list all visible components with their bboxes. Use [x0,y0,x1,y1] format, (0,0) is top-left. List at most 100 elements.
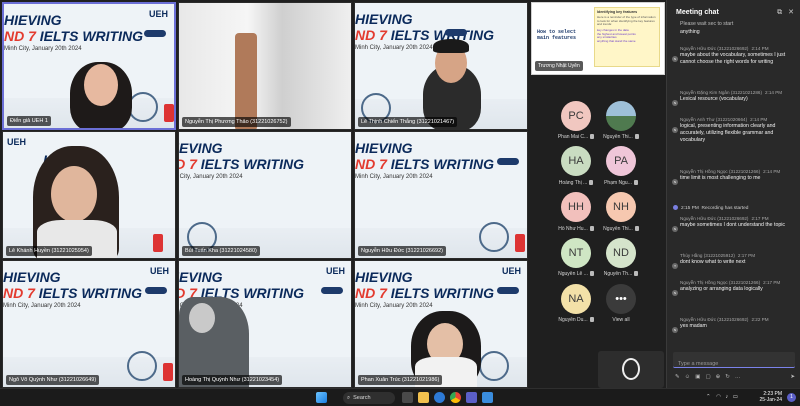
ferris-wheel-decoration [479,351,509,381]
slide-note-box: Identifying key features Here is a remin… [594,7,660,67]
avatar[interactable]: NA [561,284,591,314]
avatar-photo-icon [606,101,636,131]
chat-compose-box[interactable] [673,352,795,372]
attach-icon[interactable]: ⊕ [716,374,721,380]
zalo-icon[interactable] [482,392,493,403]
participant-video-figure [235,33,257,129]
video-tile[interactable]: HIEVING ND 7 IELTS WRITING Minh City, Ja… [354,2,528,130]
user-avatar-icon: T [672,263,678,269]
chat-message-text: time limit is most challenging to me [680,175,761,181]
cloud-decoration [145,287,167,294]
file-explorer-icon[interactable] [418,392,429,403]
event-banner: HIEVING ND 7 IELTS WRITING Minh City, Ja… [3,269,142,309]
battery-icon[interactable]: ▭ [733,394,738,400]
avatar[interactable]: NT [561,238,591,268]
participant-short-name: Nguyễn Thi... [603,134,633,140]
banner-subtitle: Minh City, January 20th 2024 [179,174,243,180]
teams-icon[interactable] [466,392,477,403]
participant-face [84,64,118,106]
sticker-icon[interactable]: ▢ [705,374,710,380]
chat-time: 2:22 PM [751,317,769,322]
avatar-initials: HA [568,155,584,167]
popout-icon[interactable]: ⧉ [777,9,782,16]
chat-time: 2:14 PM [751,46,769,51]
avatar-initials: PA [614,155,628,167]
avatar-initials: ND [613,247,629,259]
participant-face [51,166,97,222]
format-icon[interactable]: ✎ [675,374,680,380]
view-all-button[interactable]: ••• [606,284,636,314]
avatar[interactable]: NH [606,192,636,222]
more-options-icon[interactable]: … [735,374,741,380]
chat-message: Thủy Hằng (31221025912) 2:17 PM T dont kn… [672,253,798,269]
windows-start-icon[interactable] [316,392,327,403]
chat-message-text: anything [680,29,700,35]
gif-icon[interactable]: ▣ [695,374,700,380]
video-tile[interactable]: HIEVING ND 7 IELTS WRITING Minh City, Ja… [354,131,528,259]
recording-icon [673,205,678,210]
chat-message: Please wait sec to start anything [680,20,798,36]
participant-name-label: Lê Khánh Huyền (31221025954) [6,246,92,256]
avatar[interactable]: ND [606,238,636,268]
chat-time: 2:17 PM [763,280,781,285]
taskbar-clock[interactable]: 2:23 PM 25-Jan-24 [759,391,782,403]
wifi-icon[interactable]: ◠ [716,394,721,400]
event-banner: HIEVING ND 7 IELTS WRITING Minh City, Ja… [355,11,494,51]
send-icon[interactable]: ➤ [790,374,795,380]
self-video-preview[interactable] [598,351,664,388]
avatar[interactable]: PA [606,146,636,176]
video-tile[interactable]: UEH HIEVING Lê Khánh Huyền (31221025954) [2,131,176,259]
ueh-logo: UEH [325,266,345,276]
ueh-logo: UEH [149,266,169,276]
chat-message-text: yes madam [680,323,707,329]
slide-bullet: anything that stand the same [597,39,636,44]
emoji-icon[interactable]: ☺ [685,374,691,380]
video-tile[interactable]: HIEVING ND 7 IELTS WRITING Minh City, Ja… [178,131,352,259]
avatar[interactable]: PC [561,101,591,131]
avatar[interactable]: HH [561,192,591,222]
participant-name-label: Nguyễn Hữu Đức (31221026692) [358,246,446,256]
edge-icon[interactable] [434,392,445,403]
event-banner: HIEVING ND 7 IELTS WRITING Minh City, Ja… [355,269,494,309]
banner-ielts: IELTS WRITING [386,156,494,172]
participant-name-label: Ngô Võ Quỳnh Như (31221026649) [6,375,100,385]
chat-sender: Nguyễn Hữu Đức (31221026692) [680,216,749,221]
user-avatar-icon: N [672,327,678,333]
banner-line1: HIEVING [3,269,61,285]
chat-sender: Nguyễn Thị Hồng Ngọc (31221021266) [680,169,761,174]
avatar[interactable] [606,101,636,131]
chat-message-text: Please wait sec to start [680,21,734,27]
chevron-up-icon[interactable]: ⌃ [706,394,711,400]
video-tile[interactable]: HIEVING ND 7 IELTS WRITING Minh City, Ja… [2,2,176,130]
ueh-logo: UEH [7,137,27,147]
chrome-icon[interactable] [450,392,461,403]
phone-booth-decoration [153,234,163,252]
shared-content-preview[interactable]: How to select main features Identifying … [531,2,665,75]
chat-message-meta: Nguyễn Hữu Đức (31221026692) 2:17 PM [680,216,798,221]
video-tile[interactable]: HIEVING ND 7 IELTS WRITING Minh City, Ja… [354,260,528,388]
mic-muted-icon [634,134,639,140]
avatar-label: Nguyễn Thi... [591,226,651,232]
banner-line1: HIEVING [355,11,413,27]
chat-time: 2:14 PM [763,169,781,174]
avatar[interactable]: HA [561,146,591,176]
video-tile[interactable]: HIEVING ND 7 IELTS WRITING Minh City, Ja… [178,260,352,388]
banner-line1: HIEVING [179,140,223,156]
teams-meeting-window: HIEVING ND 7 IELTS WRITING Minh City, Ja… [0,0,800,406]
task-view-icon[interactable] [402,392,413,403]
event-banner: HIEVING ND 7 IELTS WRITING Minh City, Ja… [4,12,143,52]
notification-badge-icon[interactable]: 1 [787,393,796,402]
system-tray: ⌃ ◠ ♪ ▭ [706,394,738,400]
chat-message-meta: Nguyễn Đặng Kim Ngân (31221021286) 2:14 P… [680,90,798,95]
loop-icon[interactable]: ↻ [725,374,730,380]
volume-icon[interactable]: ♪ [725,394,728,400]
ueh-logo: UEH [501,266,521,276]
video-tile[interactable]: HIEVING ND 7 IELTS WRITING Minh City, Ja… [2,260,176,388]
chat-message-input[interactable] [673,356,795,372]
taskbar-search[interactable]: ⌕ Search [343,392,395,404]
user-avatar-icon: N [672,226,678,232]
video-tile[interactable]: Nguyễn Thị Phương Thảo (31221026752) [178,2,352,130]
chat-message: Nguyễn Thị Hồng Ngọc (31221021266) 2:14 P… [672,169,798,185]
view-all-label: View all [591,317,651,323]
close-icon[interactable]: ✕ [788,9,794,16]
